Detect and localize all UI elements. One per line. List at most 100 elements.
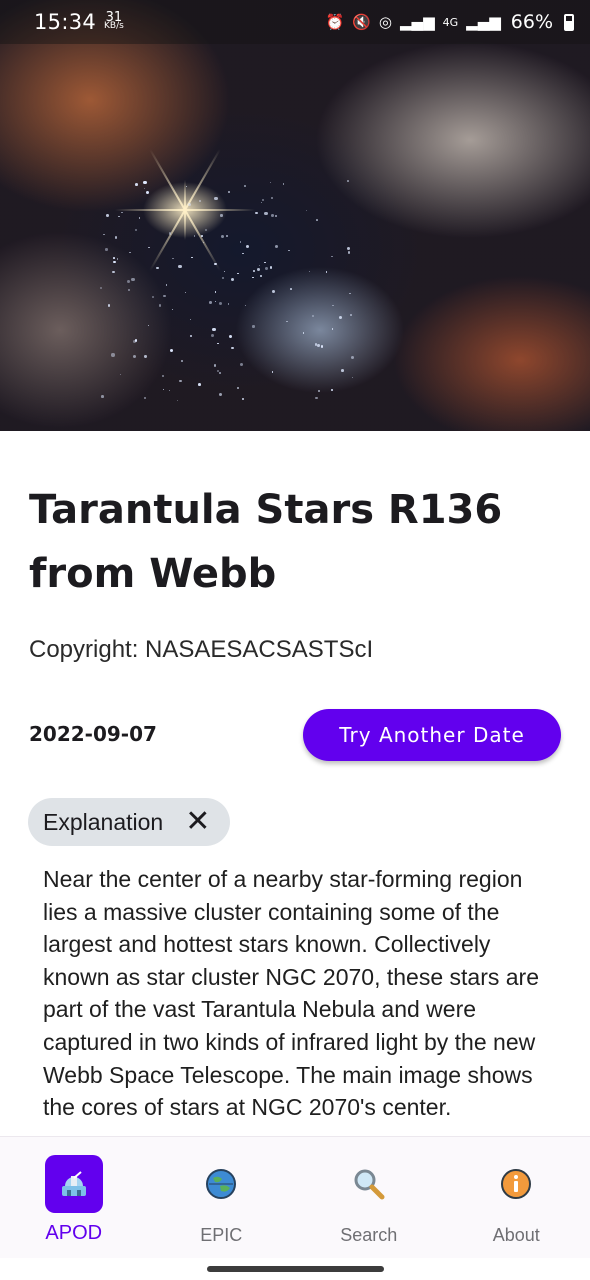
star-dot xyxy=(242,252,244,255)
star-dot xyxy=(318,389,321,392)
star-dot xyxy=(348,251,351,254)
star-dot xyxy=(218,301,222,305)
signal-icon-2: ▂▄▆ xyxy=(466,13,501,31)
star-dot xyxy=(308,270,310,272)
apod-copyright: Copyright: NASAESACSASTScI xyxy=(29,636,374,663)
star-dot xyxy=(191,257,193,259)
star-dot xyxy=(320,345,323,348)
star-dot xyxy=(219,392,223,396)
star-dot xyxy=(315,396,319,400)
nav-item-search[interactable]: Search xyxy=(295,1137,443,1258)
star-dot xyxy=(283,183,285,185)
star-dot xyxy=(145,191,150,195)
explanation-chip[interactable]: Explanation ✕ xyxy=(28,798,231,846)
star-dot xyxy=(349,293,351,295)
star-dot xyxy=(275,245,279,249)
star-dot xyxy=(212,327,216,331)
star-dot xyxy=(262,198,265,201)
nav-label-apod: APOD xyxy=(45,1222,103,1244)
star-dot xyxy=(127,289,130,292)
star-dot xyxy=(244,185,246,188)
star-dot xyxy=(198,199,202,203)
star-dot xyxy=(258,264,260,266)
star-dot xyxy=(271,371,274,373)
nav-label-search: Search xyxy=(340,1225,398,1245)
star-dot xyxy=(259,274,263,278)
star-dot xyxy=(217,342,220,345)
gesture-bar xyxy=(0,1258,590,1280)
battery-percent: 66% xyxy=(510,11,553,33)
star-dot xyxy=(350,314,352,316)
star-dot xyxy=(325,271,328,274)
star-dot xyxy=(331,327,334,330)
nav-label-about: About xyxy=(492,1225,540,1245)
star-dot xyxy=(269,266,273,269)
close-icon[interactable]: ✕ xyxy=(185,807,210,837)
star-dot xyxy=(330,255,333,258)
star-dot xyxy=(176,399,178,401)
star-dot xyxy=(346,246,350,250)
status-icons: ⏰ 🔇 ◎ ▂▄▆ 4G ▂▄▆ 66% xyxy=(326,11,574,33)
star-dot xyxy=(214,196,218,201)
explanation-text: Near the center of a nearby star-forming… xyxy=(43,866,539,1121)
star-dot xyxy=(185,292,187,294)
star-dot xyxy=(214,262,217,266)
star-dot xyxy=(200,234,203,237)
star-dot xyxy=(143,180,147,184)
star-dot xyxy=(155,266,159,270)
star-dot xyxy=(112,270,116,274)
star-dot xyxy=(107,304,111,307)
star-dot xyxy=(169,390,171,392)
star-dot xyxy=(205,229,208,232)
star-dot xyxy=(178,264,182,269)
star-dot xyxy=(351,376,354,379)
signal-icon: ▂▄▆ xyxy=(400,13,435,31)
nav-item-epic[interactable]: EPIC xyxy=(148,1137,296,1258)
star-dot xyxy=(226,235,229,238)
star-dot xyxy=(221,276,224,279)
explanation-chip-label: Explanation xyxy=(43,808,164,835)
star-dot xyxy=(152,296,154,298)
star-dot xyxy=(228,191,231,194)
try-another-date-button[interactable]: Try Another Date xyxy=(303,709,561,761)
info-icon xyxy=(501,1169,532,1199)
star-dot xyxy=(116,258,119,260)
star-dot xyxy=(261,201,263,204)
star-dot xyxy=(254,211,258,215)
star-dot xyxy=(143,188,146,190)
star-dot xyxy=(218,371,222,375)
alarm-icon: ⏰ xyxy=(325,13,345,31)
nav-icon-container xyxy=(340,1155,398,1213)
star-dot xyxy=(252,325,255,328)
nav-item-apod[interactable]: APOD xyxy=(0,1137,148,1258)
star-dot xyxy=(215,291,217,293)
star-dot xyxy=(103,233,105,236)
star-dot xyxy=(134,339,138,342)
star-dot xyxy=(220,235,224,239)
hotspot-icon: ◎ xyxy=(378,13,393,31)
star-dot xyxy=(317,344,320,348)
star-dot xyxy=(339,316,343,320)
star-dot xyxy=(185,186,188,188)
home-indicator[interactable] xyxy=(207,1266,384,1272)
star-dot xyxy=(179,379,182,383)
star-dot xyxy=(171,308,174,311)
star-dot xyxy=(114,236,117,239)
star-dot xyxy=(148,246,150,248)
star-dot xyxy=(163,294,166,298)
star-dot xyxy=(270,181,272,183)
star-dot xyxy=(239,362,243,366)
star-dot xyxy=(189,318,191,320)
star-dot xyxy=(252,277,254,279)
star-dot xyxy=(126,279,130,283)
star-dot xyxy=(264,212,268,216)
nav-label-epic: EPIC xyxy=(200,1225,243,1245)
star-dot xyxy=(215,300,217,302)
star-dot xyxy=(113,257,116,260)
star-dot xyxy=(189,334,193,338)
star-dot xyxy=(120,373,122,376)
nav-item-about[interactable]: About xyxy=(443,1137,590,1258)
nav-icon-container xyxy=(192,1155,250,1213)
star-dot xyxy=(162,374,165,377)
telescope-icon xyxy=(61,1171,86,1196)
